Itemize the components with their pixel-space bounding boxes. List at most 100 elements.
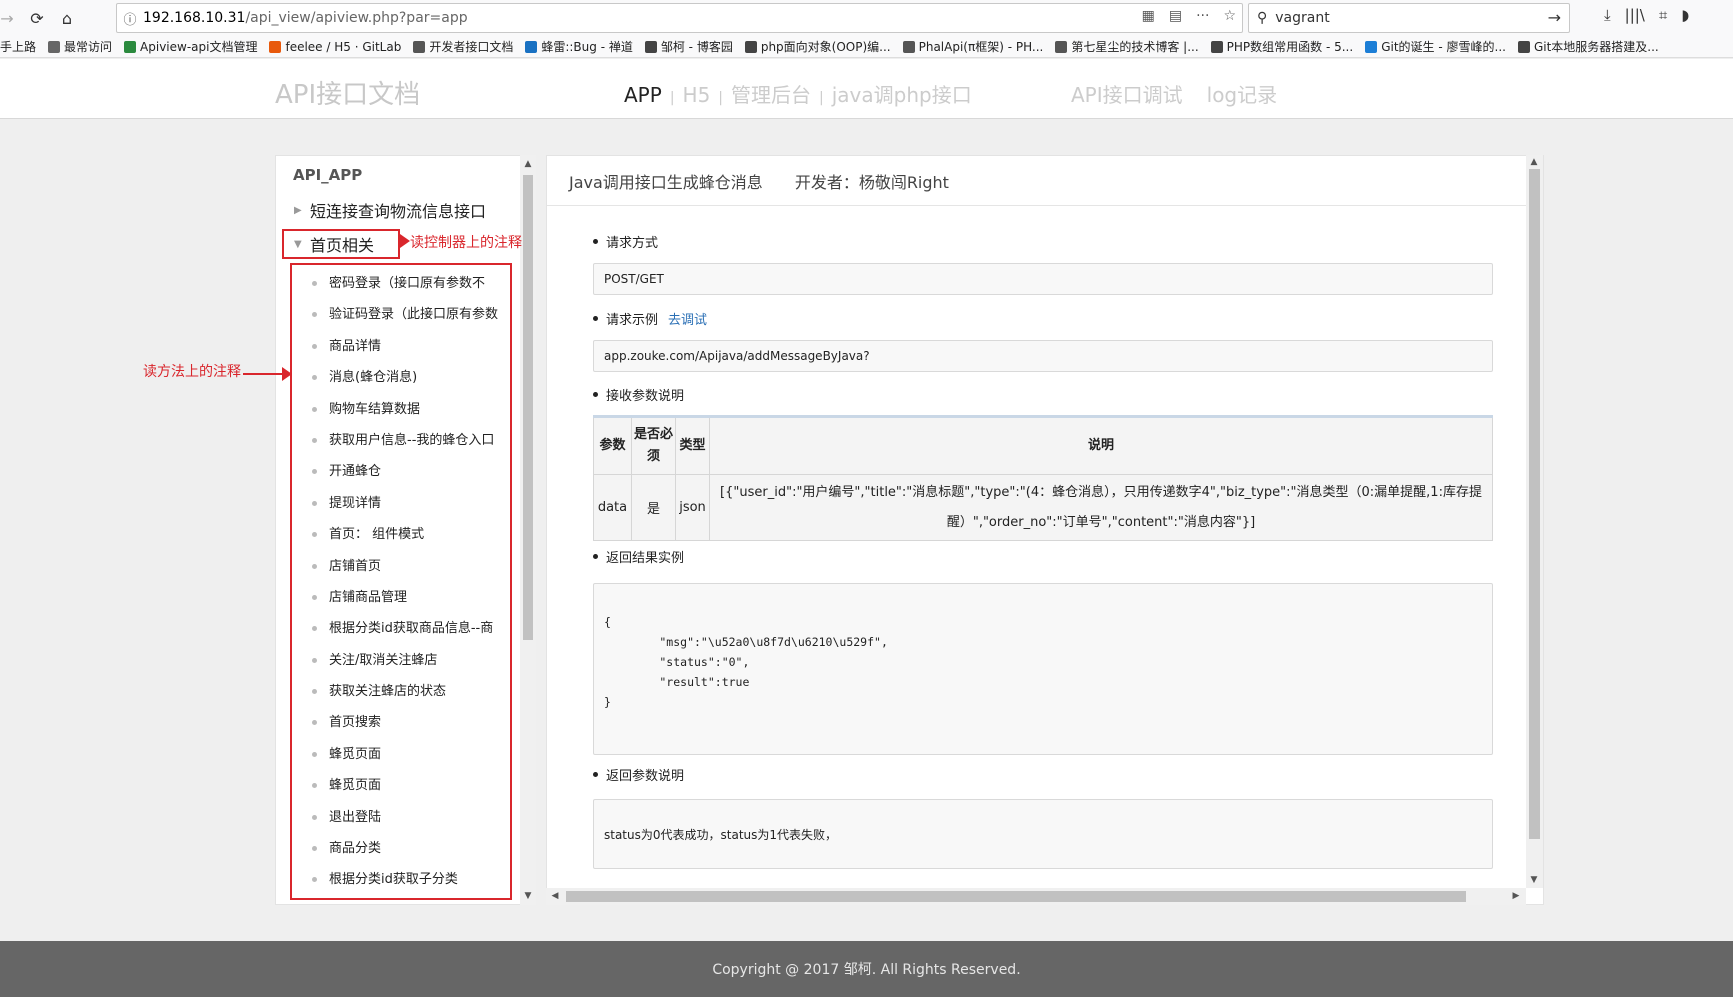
annotation-method-box [290, 263, 512, 900]
scroll-right-icon[interactable]: ▶ [1508, 889, 1524, 903]
bookmark-item[interactable]: 手上路 [0, 38, 36, 55]
bookmark-item[interactable]: Git的诞生 - 廖雪峰的... [1365, 38, 1506, 55]
sidebar-scrollbar[interactable]: ▲ ▼ [520, 155, 536, 905]
site-nav: APP | H5 | 管理后台 | java调php接口 [624, 79, 972, 108]
bookmark-item[interactable]: 开发者接口文档 [413, 38, 513, 55]
table-cell-param: data [593, 474, 632, 541]
scroll-down-icon[interactable]: ▼ [1526, 873, 1542, 887]
bookmark-item[interactable]: Apiview-api文档管理 [124, 38, 257, 55]
table-header-required: 是否必须 [631, 416, 676, 475]
sidebar-scroll-thumb[interactable] [523, 175, 533, 640]
debug-link[interactable]: 去调试 [668, 309, 707, 328]
screenshot-icon[interactable]: ⌗ [1659, 6, 1667, 24]
table-cell-desc: [{"user_id":"用户编号","title":"消息标题","type"… [709, 474, 1493, 541]
bookmark-favicon-icon [48, 40, 61, 53]
return-params-field[interactable]: status为0代表成功，status为1代表失败， [593, 799, 1493, 869]
reader-view-icon[interactable]: ▤ [1169, 8, 1182, 24]
bookmark-favicon-icon [1055, 40, 1068, 53]
bookmark-item[interactable]: feelee / H5 · GitLab [269, 40, 401, 54]
nav-api-debug[interactable]: API接口调试 [1071, 79, 1183, 108]
search-bar[interactable]: ⚲ vagrant → [1248, 3, 1570, 33]
url-host: 192.168.10.31 [143, 10, 246, 26]
forward-icon[interactable]: → [0, 3, 14, 33]
bookmark-item[interactable]: Git本地服务器搭建及... [1517, 38, 1659, 55]
chat-icon[interactable]: ◗ [1681, 6, 1689, 24]
request-example-field[interactable]: app.zouke.com/Apijava/addMessageByJava? [593, 340, 1493, 372]
site-logo[interactable]: API接口文档 [275, 74, 420, 111]
home-icon[interactable]: ⌂ [52, 3, 82, 33]
annotation-method-text: 读方法上的注释 [143, 364, 241, 380]
library-icon[interactable]: |||\ [1625, 6, 1645, 24]
annotation-controller-box [282, 229, 400, 259]
reload-icon[interactable]: ⟳ [22, 3, 52, 33]
bookmark-favicon-icon [644, 40, 657, 53]
nav-java-php[interactable]: java调php接口 [832, 79, 972, 108]
bookmark-label: PhalApi(π框架) - PH... [918, 40, 1044, 54]
bookmark-favicon-icon [269, 40, 282, 53]
scroll-left-icon[interactable]: ◀ [547, 889, 563, 903]
table-header-desc: 说明 [709, 416, 1493, 475]
bookmark-favicon-icon [902, 40, 915, 53]
nav-separator: | [718, 90, 724, 106]
bullet-icon [593, 772, 598, 777]
scroll-down-icon[interactable]: ▼ [520, 889, 536, 903]
params-table: 参数 是否必须 类型 说明 data 是 json [{"user_id":"用… [593, 415, 1493, 541]
request-method-field[interactable]: POST/GET [593, 263, 1493, 295]
bookmark-star-icon[interactable]: ☆ [1223, 8, 1236, 24]
download-icon[interactable]: ⤓ [1604, 6, 1611, 24]
nav-h5[interactable]: H5 [683, 83, 711, 107]
qr-code-icon[interactable]: ▦ [1142, 8, 1155, 24]
table-row: data 是 json [{"user_id":"用户编号","title":"… [593, 474, 1493, 541]
annotation-controller-text: 读控制器上的注释 [410, 235, 522, 251]
bookmarks-bar: 手上路 最常访问 Apiview-api文档管理 feelee / H5 · GitL… [0, 36, 1733, 58]
main-vertical-scrollbar[interactable]: ▲ ▼ [1526, 155, 1543, 888]
nav-separator: | [819, 90, 824, 106]
more-actions-icon[interactable]: ··· [1196, 8, 1209, 24]
api-title: Java调用接口生成蜂仓消息 [569, 172, 763, 192]
annotation-controller-arrow [400, 234, 410, 248]
bookmark-item[interactable]: 第七星尘的技术博客 |... [1055, 38, 1199, 55]
url-path: /api_view/apiview.php?par=app [245, 10, 468, 26]
search-icon: ⚲ [1257, 10, 1268, 26]
browser-toolbar: → ⟳ ⌂ ⓘ 192.168.10.31/api_view/apiview.p… [0, 0, 1733, 36]
bookmark-item[interactable]: 蜂雷::Bug - 禅道 [525, 38, 633, 55]
bookmark-label: php面向对象(OOP)编... [760, 40, 891, 54]
request-example-label: 请求示例 去调试 [593, 309, 707, 328]
bookmark-favicon-icon [1517, 40, 1530, 53]
annotation-method-arrow [282, 367, 292, 381]
bookmark-label: feelee / H5 · GitLab [285, 39, 402, 54]
bookmark-item[interactable]: PHP数组常用函数 - 5... [1210, 38, 1353, 55]
nav-log[interactable]: log记录 [1207, 79, 1278, 108]
url-bar[interactable]: ⓘ 192.168.10.31/api_view/apiview.php?par… [116, 3, 1243, 33]
table-header-type: 类型 [675, 416, 710, 475]
search-input[interactable]: vagrant [1275, 10, 1329, 26]
nav-app[interactable]: APP [624, 83, 662, 107]
bookmark-item[interactable]: php面向对象(OOP)编... [744, 38, 891, 55]
bookmark-label: 蜂雷::Bug - 禅道 [541, 40, 633, 54]
nav-admin[interactable]: 管理后台 [731, 79, 811, 108]
main-horizontal-scrollbar[interactable]: ◀ ▶ [546, 888, 1526, 905]
main-horizontal-thumb[interactable] [566, 891, 1466, 902]
api-detail-panel: Java调用接口生成蜂仓消息 开发者：杨敬闯Right 请求方式 POST/GE… [546, 155, 1544, 905]
bookmark-favicon-icon [124, 40, 137, 53]
table-header-param: 参数 [593, 416, 632, 475]
search-go-icon[interactable]: → [1548, 8, 1561, 27]
bookmark-label: 最常访问 [64, 40, 113, 54]
bullet-icon [593, 316, 598, 321]
bullet-icon [593, 554, 598, 559]
bookmark-favicon-icon [1210, 40, 1223, 53]
bookmark-item[interactable]: 邹柯 - 博客园 [644, 38, 733, 55]
scroll-up-icon[interactable]: ▲ [1526, 155, 1542, 169]
scroll-up-icon[interactable]: ▲ [520, 157, 536, 171]
return-example-code[interactable]: { "msg":"\u52a0\u8f7d\u6210\u529f", "sta… [593, 583, 1493, 755]
bookmark-label: 第七星尘的技术博客 |... [1071, 40, 1199, 54]
main-vertical-thumb[interactable] [1529, 169, 1540, 839]
site-nav-right: API接口调试 log记录 [1071, 79, 1277, 108]
bookmark-label: Apiview-api文档管理 [140, 40, 258, 54]
sidebar-group-logistics[interactable]: ▶ 短连接查询物流信息接口 [294, 198, 486, 222]
bookmark-item[interactable]: PhalApi(π框架) - PH... [902, 38, 1044, 55]
bookmark-label: 手上路 [0, 40, 37, 54]
site-info-icon[interactable]: ⓘ [117, 9, 143, 28]
bookmark-label: Git的诞生 - 廖雪峰的... [1381, 40, 1506, 54]
bookmark-item[interactable]: 最常访问 [48, 38, 112, 55]
